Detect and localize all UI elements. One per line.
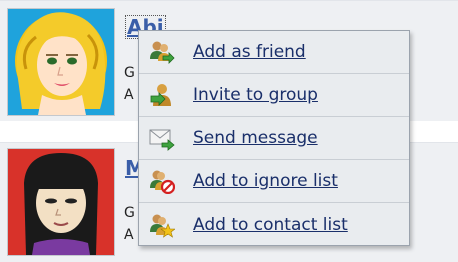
add-friend-icon xyxy=(149,39,175,65)
user-context-menu: Add as friend Invite to group Send messa… xyxy=(138,30,410,246)
menu-item-label: Add as friend xyxy=(193,42,306,62)
menu-item-label: Invite to group xyxy=(193,85,318,105)
menu-item-invite-to-group[interactable]: Invite to group xyxy=(139,74,409,117)
dark-hair-girl-avatar-icon xyxy=(8,149,114,255)
add-contact-icon xyxy=(149,212,175,238)
user-avatar[interactable] xyxy=(7,8,115,116)
menu-item-send-message[interactable]: Send message xyxy=(139,117,409,160)
menu-item-add-as-friend[interactable]: Add as friend xyxy=(139,31,409,74)
user-info-line: G xyxy=(124,205,135,221)
user-info-line: A xyxy=(124,87,134,103)
send-message-icon xyxy=(149,125,175,151)
ignore-user-icon xyxy=(149,168,175,194)
user-info-line: G xyxy=(124,65,135,81)
menu-item-add-to-ignore-list[interactable]: Add to ignore list xyxy=(139,160,409,203)
menu-item-label: Send message xyxy=(193,128,318,148)
user-info-line: A xyxy=(124,227,134,243)
blonde-girl-avatar-icon xyxy=(8,9,114,115)
menu-item-label: Add to contact list xyxy=(193,214,348,235)
invite-group-icon xyxy=(149,82,175,108)
user-avatar[interactable] xyxy=(7,148,115,256)
menu-item-label: Add to ignore list xyxy=(193,171,338,191)
menu-item-add-to-contact-list[interactable]: Add to contact list xyxy=(139,203,409,246)
